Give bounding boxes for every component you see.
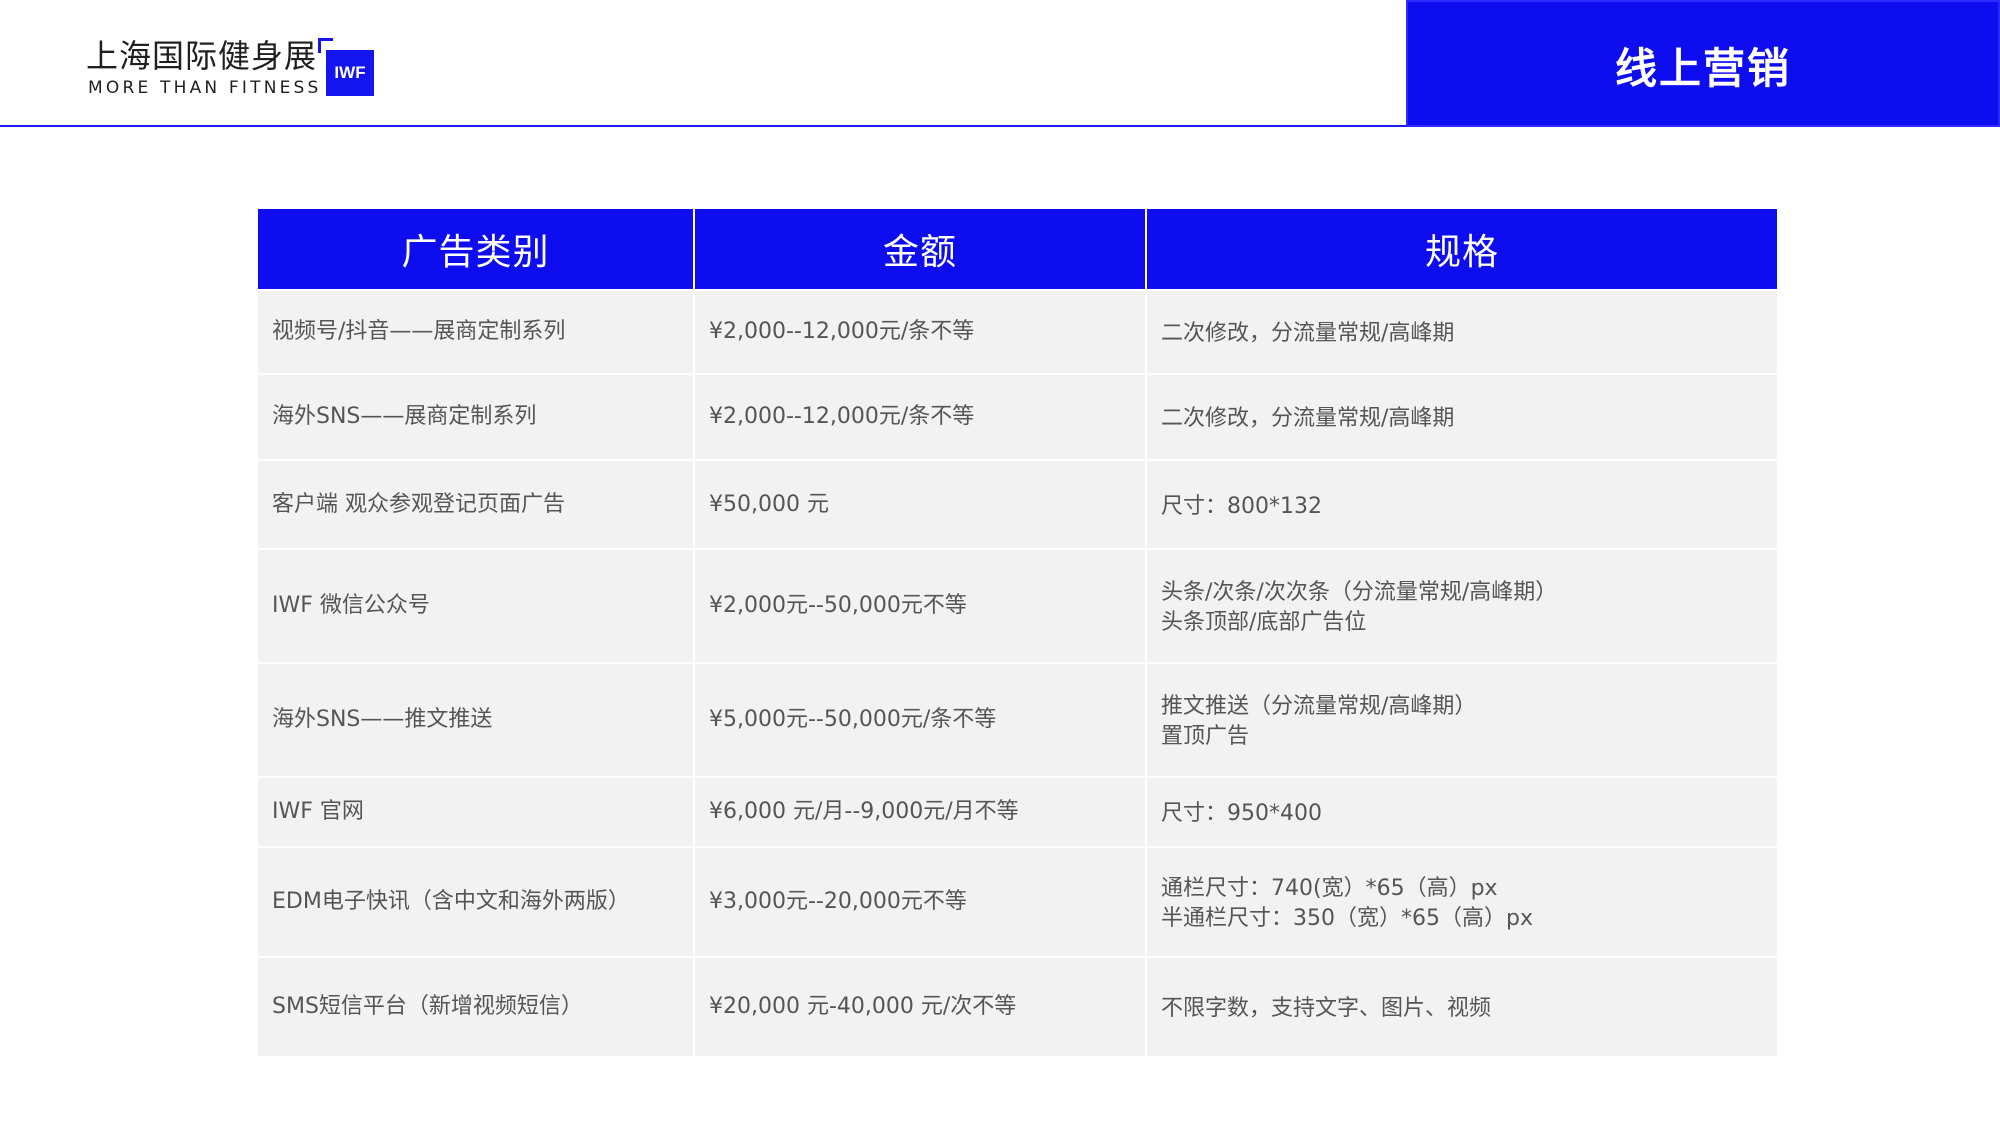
spec-cell: 推文推送（分流量常规/高峰期） 置顶广告 [1147, 664, 1777, 776]
column-header-category: 广告类别 [258, 209, 693, 289]
category-cell: SMS短信平台（新增视频短信） [258, 958, 693, 1056]
table-row: IWF 官网 ¥6,000 元/月--9,000元/月不等 尺寸：950*400 [258, 778, 1777, 846]
spec-cell: 头条/次条/次次条（分流量常规/高峰期） 头条顶部/底部广告位 [1147, 550, 1777, 662]
table-row: 海外SNS——展商定制系列 ¥2,000--12,000元/条不等 二次修改，分… [258, 375, 1777, 459]
category-cell: IWF 微信公众号 [258, 550, 693, 662]
pricing-table: 广告类别 金额 规格 视频号/抖音——展商定制系列 ¥2,000--12,000… [256, 207, 1779, 1058]
spec-cell: 尺寸：800*132 [1147, 461, 1777, 548]
table-header-row: 广告类别 金额 规格 [258, 209, 1777, 289]
spec-line: 置顶广告 [1161, 724, 1250, 749]
table-row: 客户端 观众参观登记页面广告 ¥50,000 元 尺寸：800*132 [258, 461, 1777, 548]
price-cell: ¥20,000 元-40,000 元/次不等 [695, 958, 1145, 1056]
category-cell: EDM电子快讯（含中文和海外两版） [258, 848, 693, 956]
title-panel: 线上营销 [1406, 0, 2000, 127]
spec-cell: 二次修改，分流量常规/高峰期 [1147, 375, 1777, 459]
category-cell: 视频号/抖音——展商定制系列 [258, 291, 693, 373]
category-cell: IWF 官网 [258, 778, 693, 846]
price-cell: ¥6,000 元/月--9,000元/月不等 [695, 778, 1145, 846]
category-cell: 海外SNS——推文推送 [258, 664, 693, 776]
table-row: EDM电子快讯（含中文和海外两版） ¥3,000元--20,000元不等 通栏尺… [258, 848, 1777, 956]
spec-line: 二次修改，分流量常规/高峰期 [1161, 321, 1455, 346]
page-title: 线上营销 [1614, 44, 1791, 93]
price-cell: ¥2,000元--50,000元不等 [695, 550, 1145, 662]
table-row: 海外SNS——推文推送 ¥5,000元--50,000元/条不等 推文推送（分流… [258, 664, 1777, 776]
spec-line: 尺寸：950*400 [1161, 801, 1322, 826]
column-header-spec: 规格 [1147, 209, 1777, 289]
spec-cell: 尺寸：950*400 [1147, 778, 1777, 846]
spec-line: 不限字数，支持文字、图片、视频 [1161, 996, 1492, 1021]
spec-line: 二次修改，分流量常规/高峰期 [1161, 406, 1455, 431]
price-cell: ¥3,000元--20,000元不等 [695, 848, 1145, 956]
spec-line: 通栏尺寸：740(宽）*65（高）px [1161, 876, 1498, 901]
logo-chinese-text: 上海国际健身展 [86, 37, 318, 75]
brand-logo: 上海国际健身展 MORE THAN FITNESS IWF [86, 38, 386, 102]
spec-line: 推文推送（分流量常规/高峰期） [1161, 694, 1477, 719]
price-cell: ¥2,000--12,000元/条不等 [695, 375, 1145, 459]
slide: 上海国际健身展 MORE THAN FITNESS IWF 线上营销 广告类别 … [0, 0, 2000, 1125]
category-cell: 客户端 观众参观登记页面广告 [258, 461, 693, 548]
price-cell: ¥2,000--12,000元/条不等 [695, 291, 1145, 373]
logo-english-tagline: MORE THAN FITNESS [88, 78, 322, 98]
spec-line: 尺寸：800*132 [1161, 493, 1322, 519]
spec-cell: 不限字数，支持文字、图片、视频 [1147, 958, 1777, 1056]
spec-cell: 二次修改，分流量常规/高峰期 [1147, 291, 1777, 373]
spec-cell: 通栏尺寸：740(宽）*65（高）px 半通栏尺寸：350（宽）*65（高）px [1147, 848, 1777, 956]
spec-line: 头条/次条/次次条（分流量常规/高峰期） [1161, 580, 1558, 605]
column-header-price: 金额 [695, 209, 1145, 289]
table-row: SMS短信平台（新增视频短信） ¥20,000 元-40,000 元/次不等 不… [258, 958, 1777, 1056]
logo-badge: IWF [326, 50, 374, 96]
spec-line: 半通栏尺寸：350（宽）*65（高）px [1161, 906, 1533, 931]
table-row: IWF 微信公众号 ¥2,000元--50,000元不等 头条/次条/次次条（分… [258, 550, 1777, 662]
pricing-table-container: 广告类别 金额 规格 视频号/抖音——展商定制系列 ¥2,000--12,000… [258, 209, 1777, 1056]
spec-line: 头条顶部/底部广告位 [1161, 610, 1367, 635]
category-cell: 海外SNS——展商定制系列 [258, 375, 693, 459]
price-cell: ¥5,000元--50,000元/条不等 [695, 664, 1145, 776]
price-cell: ¥50,000 元 [695, 461, 1145, 548]
header-divider [0, 125, 1408, 127]
table-row: 视频号/抖音——展商定制系列 ¥2,000--12,000元/条不等 二次修改，… [258, 291, 1777, 373]
